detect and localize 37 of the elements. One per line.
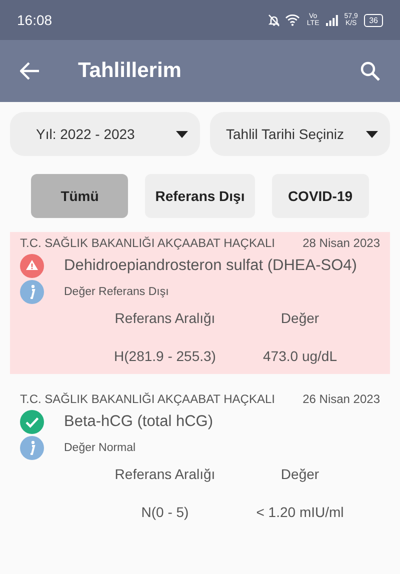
bell-off-icon	[268, 14, 280, 26]
filter-tab[interactable]: Tümü	[31, 174, 128, 218]
range-value: N(0 - 5)	[141, 504, 189, 520]
column-header: Değer	[280, 466, 320, 482]
column-header: Değer	[280, 310, 320, 326]
warning-icon	[20, 254, 44, 278]
test-name: Beta-hCG (total hCG)	[64, 413, 214, 431]
dropdown[interactable]: Yıl: 2022 - 2023	[10, 112, 200, 156]
institution-text: T.C. SAĞLIK BAKANLIĞI AKÇAABAT HAÇKALI	[20, 392, 275, 406]
caret-icon	[176, 130, 188, 138]
status-note: Değer Referans Dışı	[64, 286, 169, 298]
back-arrow-icon	[20, 62, 40, 80]
info-icon	[20, 280, 44, 304]
institution-text: T.C. SAĞLIK BAKANLIĞI AKÇAABAT HAÇKALI	[20, 236, 275, 250]
range-value: H(281.9 - 255.3)	[114, 348, 216, 364]
search-icon	[360, 61, 380, 81]
wifi-icon	[285, 14, 300, 26]
result-value: 473.0 ug/dL	[263, 348, 337, 364]
filter-tab[interactable]: Referans Dışı	[145, 174, 255, 218]
date-text: 28 Nisan 2023	[302, 236, 380, 250]
result-card[interactable]: T.C. SAĞLIK BAKANLIĞI AKÇAABAT HAÇKALI 26 Nisan 2023 Beta-hCG (total hCG) Değer Normal Referans Aralığı Değer N(0 - 5) < 1.20 mIU/ml	[10, 388, 390, 530]
column-header: Referans Aralığı	[114, 310, 216, 326]
caret-icon	[366, 130, 378, 138]
info-icon	[20, 436, 44, 460]
result-card[interactable]: T.C. SAĞLIK BAKANLIĞI AKÇAABAT HAÇKALI 28 Nisan 2023 Dehidroepiandrosteron sulfat (DHEA-SO4) Değer Referans Dışı Referans Aralığı Değer H(281.9 - 255.3) 473.0 ug/dL	[10, 232, 390, 374]
date-text: 26 Nisan 2023	[302, 392, 380, 406]
filter-tab[interactable]: COVID-19	[272, 174, 369, 218]
check-icon	[20, 410, 44, 434]
dropdown[interactable]: Tahlil Tarihi Seçiniz	[210, 112, 390, 156]
status-note: Değer Normal	[64, 442, 136, 454]
clock-text: 16:08	[17, 12, 52, 28]
test-name: Dehidroepiandrosteron sulfat (DHEA-SO4)	[64, 257, 357, 275]
column-header: Referans Aralığı	[114, 466, 216, 482]
battery-indicator: 36	[364, 14, 383, 26]
screen-title: Tahlillerim	[78, 59, 182, 83]
signal-icon	[326, 14, 338, 26]
result-value: < 1.20 mIU/ml	[256, 504, 344, 520]
